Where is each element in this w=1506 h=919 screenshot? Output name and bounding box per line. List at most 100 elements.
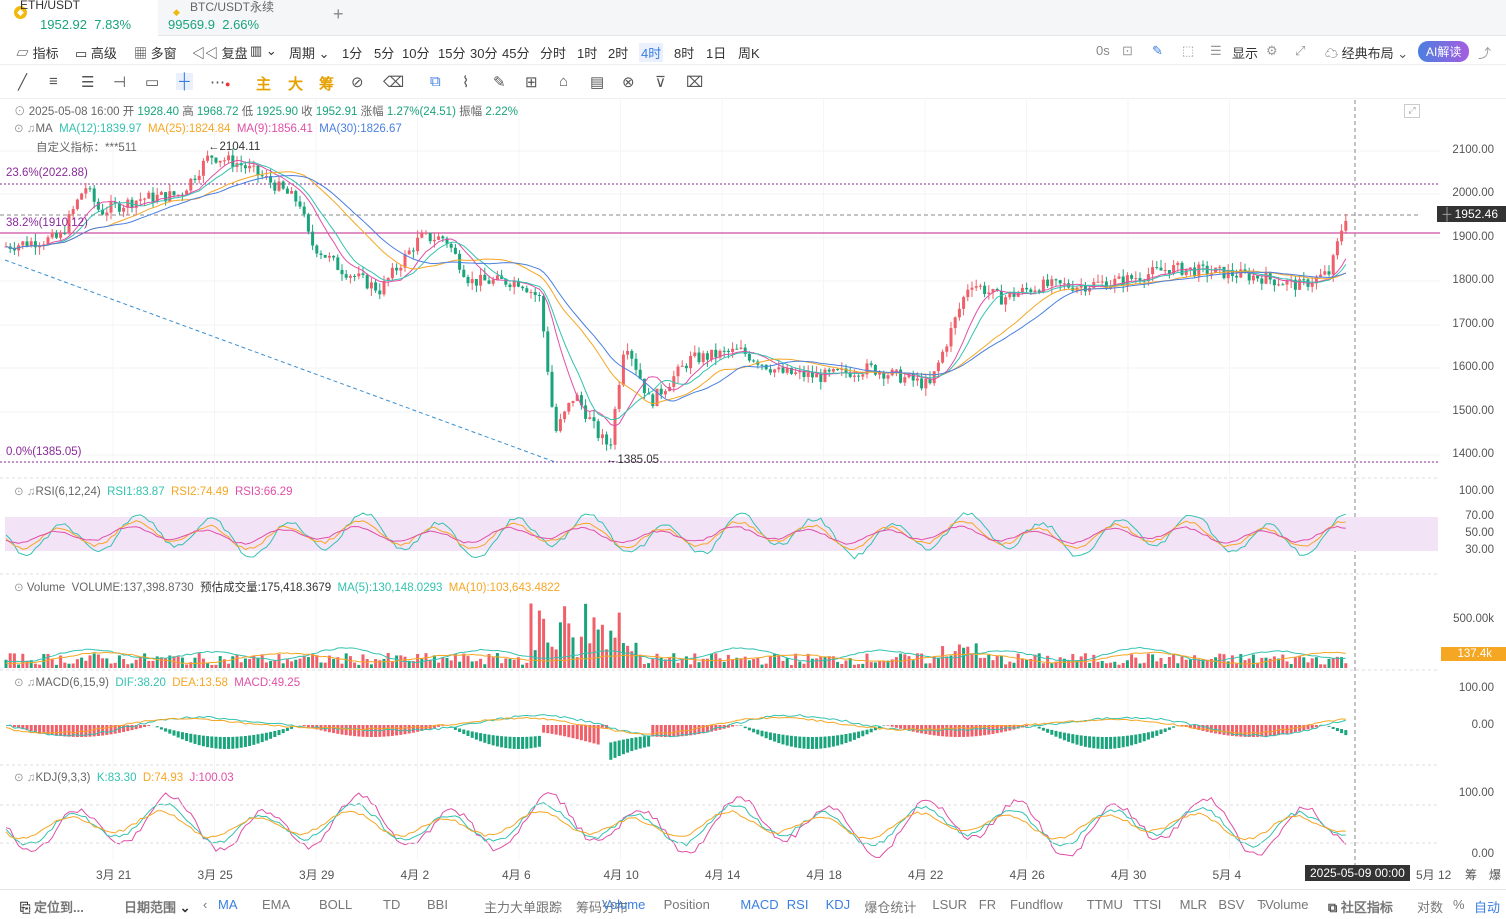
link-icon[interactable]: ⊗ bbox=[622, 73, 635, 91]
interval-7[interactable]: 1时 bbox=[577, 43, 597, 62]
expand-icon[interactable]: ⤢ bbox=[1295, 43, 1305, 59]
candle bbox=[731, 348, 735, 352]
sub-indicator-item[interactable]: FR bbox=[979, 897, 996, 912]
tab-btc[interactable]: ◆ BTC/USDT永续 99569.9 2.66% bbox=[160, 0, 320, 36]
tab-eth[interactable]: ◆ ETH/USDT 1952.92 7.83% bbox=[0, 0, 158, 36]
macd-bar bbox=[836, 735, 840, 746]
sub-indicator-item[interactable]: MACD bbox=[740, 897, 778, 912]
sub-indicator-item[interactable]: Fundflow bbox=[1010, 897, 1063, 912]
sub-indicator-item[interactable]: KDJ bbox=[826, 897, 851, 912]
tab-price: 1952.92 7.83% bbox=[40, 17, 132, 32]
add-tab-button[interactable]: + bbox=[333, 4, 344, 25]
brush-icon[interactable]: ✎ bbox=[493, 73, 506, 91]
filter-icon[interactable]: ⊽ bbox=[655, 73, 666, 91]
interval-1[interactable]: 5分 bbox=[374, 43, 394, 62]
big-order-tool[interactable]: 大 bbox=[288, 73, 303, 94]
advanced-button[interactable]: ▭ 高级 bbox=[75, 43, 117, 62]
interval-5[interactable]: 45分 bbox=[502, 43, 529, 62]
line-tool-icon[interactable]: ╱ bbox=[18, 73, 27, 91]
sub-indicator-item[interactable]: MLR bbox=[1180, 897, 1207, 912]
log-toggle[interactable]: 对数 bbox=[1417, 897, 1443, 916]
hide-icon[interactable]: ▤ bbox=[590, 73, 604, 91]
scroll-left-icon[interactable]: ‹ bbox=[203, 897, 207, 912]
sub-indicator-item[interactable]: Position bbox=[664, 897, 710, 912]
magnet-icon[interactable]: ⊘ bbox=[351, 73, 364, 91]
hline-tool-icon[interactable]: ≡ bbox=[49, 73, 58, 90]
sub-indicator-item[interactable]: BSV bbox=[1218, 897, 1244, 912]
chip-tool[interactable]: 筹 bbox=[319, 73, 334, 94]
volume-bar bbox=[1176, 663, 1180, 668]
macd-bar bbox=[218, 736, 222, 749]
volume-bar bbox=[928, 663, 932, 668]
fullscreen-icon[interactable]: ⬚ bbox=[1182, 43, 1194, 59]
camera-icon[interactable]: ⊡ bbox=[1122, 43, 1133, 59]
period-dropdown[interactable]: 周期 ⌄ bbox=[289, 43, 330, 62]
trend-line bbox=[4, 259, 556, 463]
gear-icon[interactable]: ⚙ bbox=[1266, 43, 1278, 59]
rect-tool-icon[interactable]: ▭ bbox=[145, 73, 159, 91]
interval-6[interactable]: 分时 bbox=[540, 43, 566, 62]
candle bbox=[1083, 285, 1087, 292]
sub-indicator-item[interactable]: Volume bbox=[602, 897, 645, 912]
interval-10[interactable]: 8时 bbox=[674, 43, 694, 62]
sub-indicator-item[interactable]: TTSI bbox=[1133, 897, 1161, 912]
eraser-icon[interactable]: ⌫ bbox=[383, 73, 404, 91]
channel-tool-icon[interactable]: ☰ bbox=[81, 73, 94, 91]
volume-bar bbox=[1121, 662, 1125, 668]
layout-dropdown[interactable]: ☁ 经典布局 ⌄ bbox=[1325, 43, 1408, 62]
macd-bar bbox=[794, 736, 798, 748]
interval-0[interactable]: 1分 bbox=[342, 43, 362, 62]
interval-8[interactable]: 2时 bbox=[608, 43, 628, 62]
multi-window-button[interactable]: ▦ 多窗 bbox=[134, 43, 177, 62]
sub-indicator-item[interactable]: LSUR bbox=[932, 897, 967, 912]
more-tools-icon[interactable]: ⋯● bbox=[210, 73, 230, 91]
sub-indicator-item[interactable]: 爆仓统计 bbox=[864, 897, 916, 916]
macd-bar bbox=[579, 725, 583, 741]
main-indicator-item[interactable]: 主力大单跟踪 bbox=[484, 897, 562, 916]
interval-9[interactable]: 4时 bbox=[639, 43, 664, 62]
ruler-icon[interactable]: ⌇ bbox=[462, 73, 469, 91]
interval-3[interactable]: 15分 bbox=[438, 43, 465, 62]
scroll-right-icon-2[interactable]: › bbox=[1262, 897, 1266, 912]
pencil-icon[interactable]: ✎ bbox=[1152, 43, 1163, 59]
sub-indicator-item[interactable]: RSI bbox=[787, 897, 809, 912]
replay-button[interactable]: ◁◁ 复盘 bbox=[192, 43, 248, 62]
scroll-right-icon[interactable]: › bbox=[552, 897, 556, 912]
display-button[interactable]: 显示 bbox=[1232, 43, 1258, 62]
main-indicator-item[interactable]: TD bbox=[383, 897, 400, 912]
percent-toggle[interactable]: % bbox=[1453, 897, 1465, 912]
ray-tool-icon[interactable]: ⊣ bbox=[113, 73, 126, 91]
macd-bar bbox=[1130, 735, 1134, 746]
chip-axis-button[interactable]: 筹 bbox=[1465, 866, 1477, 883]
main-force-tool[interactable]: 主 bbox=[256, 73, 271, 94]
crosshair-tool-icon[interactable]: ┼ bbox=[176, 73, 193, 90]
date-range-dropdown[interactable]: 日期范围 ⌄ bbox=[124, 897, 191, 916]
volume-bar bbox=[206, 662, 210, 668]
share-icon[interactable]: ⤴ bbox=[1478, 43, 1491, 62]
community-indicator-button[interactable]: ⧉ 社区指标 bbox=[1328, 897, 1393, 916]
volume-bar bbox=[453, 654, 457, 668]
list-icon[interactable]: ☰ bbox=[1210, 43, 1222, 59]
volume-bar bbox=[802, 663, 806, 668]
interval-4[interactable]: 30分 bbox=[470, 43, 497, 62]
main-indicator-item[interactable]: EMA bbox=[262, 897, 290, 912]
measure-icon[interactable]: ⊞ bbox=[525, 73, 538, 91]
copy-icon[interactable]: ⧉ bbox=[430, 73, 441, 90]
indicator-button[interactable]: ▱ 指标 bbox=[16, 43, 59, 62]
main-indicator-item[interactable]: BBI bbox=[427, 897, 448, 912]
auto-toggle[interactable]: 自动 bbox=[1474, 897, 1500, 916]
interval-2[interactable]: 10分 bbox=[402, 43, 429, 62]
chart-expand-icon[interactable]: ⤢ bbox=[1404, 104, 1420, 118]
trash-icon[interactable]: ⌧ bbox=[686, 73, 703, 91]
ai-button[interactable]: AI解读 bbox=[1418, 41, 1470, 62]
liquidation-axis-button[interactable]: 爆 bbox=[1489, 866, 1501, 883]
interval-12[interactable]: 周K bbox=[738, 43, 760, 62]
locate-button[interactable]: ⎘ 定位到... bbox=[20, 897, 84, 916]
volume-bar bbox=[399, 655, 403, 668]
chart-type-button[interactable]: ▥ ⌄ bbox=[250, 43, 277, 59]
lock-icon[interactable]: ⌂ bbox=[559, 73, 568, 90]
main-indicator-item[interactable]: BOLL bbox=[319, 897, 352, 912]
interval-11[interactable]: 1日 bbox=[706, 43, 726, 62]
sub-indicator-item[interactable]: TTMU bbox=[1087, 897, 1123, 912]
main-indicator-item[interactable]: MA bbox=[218, 897, 238, 912]
